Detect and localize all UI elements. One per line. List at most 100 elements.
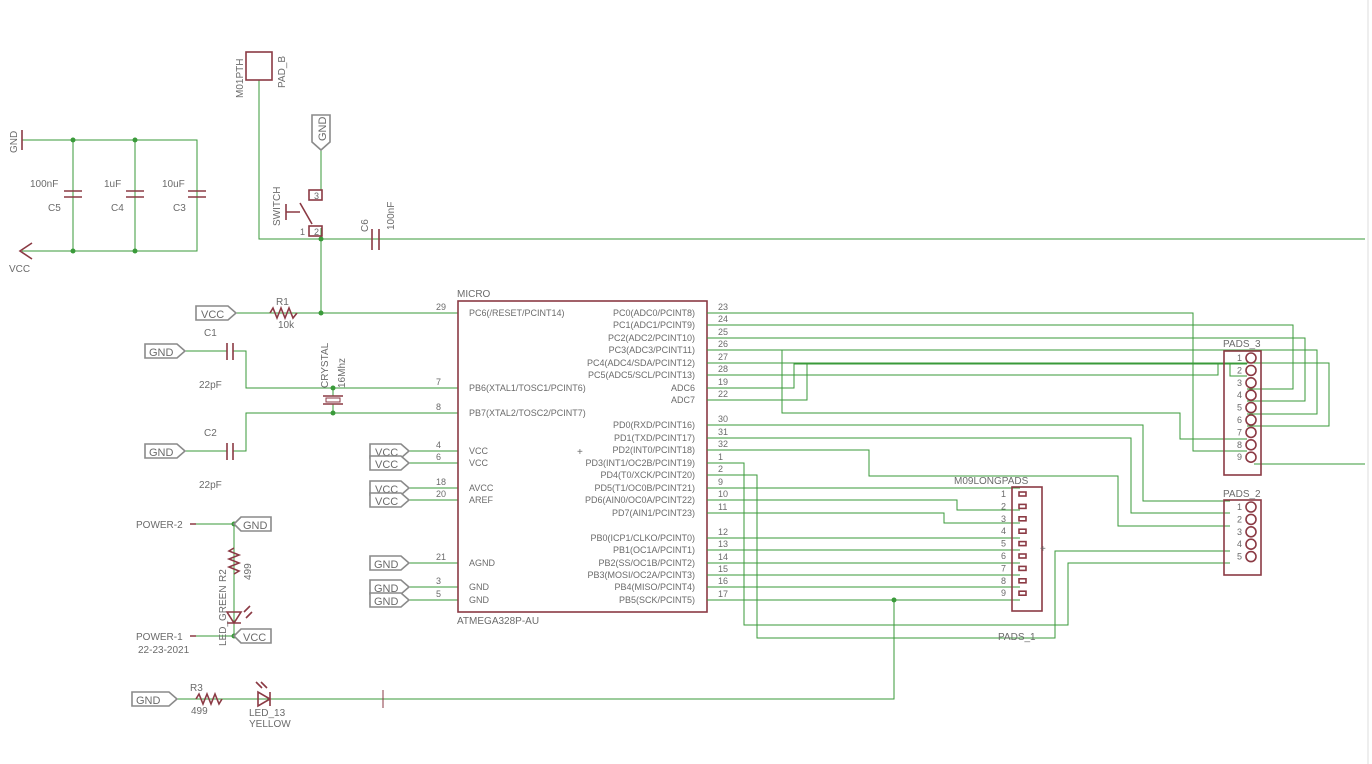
pad-number: 1	[1001, 489, 1006, 499]
gnd-tag-power: GND	[232, 516, 272, 532]
svg-text:100nF: 100nF	[30, 179, 58, 190]
micro-pin-label: PC2(ADC2/PCINT10)	[608, 333, 695, 343]
power2-label: POWER-2	[136, 520, 183, 531]
micro-name: MICRO	[457, 289, 491, 300]
svg-text:16Mhz: 16Mhz	[337, 358, 348, 388]
svg-text:+: +	[577, 447, 583, 458]
svg-text:10uF: 10uF	[162, 179, 185, 190]
pad-number: 6	[1237, 415, 1242, 425]
svg-text:VCC: VCC	[201, 309, 224, 321]
pad-number: 6	[1001, 551, 1006, 561]
gnd-tag-c1: GND	[144, 343, 187, 359]
pad-circle	[1245, 438, 1257, 451]
pad-rect	[1018, 553, 1027, 559]
micro-pin-number: 7	[436, 377, 441, 387]
micro-pin-number: 11	[718, 502, 727, 512]
pad-number: 3	[1237, 527, 1242, 537]
svg-text:499: 499	[191, 706, 208, 717]
micro-pin-label: GND	[469, 582, 490, 592]
pad-circle	[1245, 364, 1257, 377]
pad-circle	[1245, 376, 1257, 389]
date-label: 22-23-2021	[138, 645, 190, 656]
micro-pin-number: 32	[718, 439, 728, 449]
micro-pin-number: 30	[718, 414, 728, 424]
svg-text:LED_GREEN: LED_GREEN	[218, 585, 229, 646]
capacitor-c6: C6 100nF	[360, 202, 397, 250]
microcontroller: MICRO ATMEGA328P-AU + 29PC6(/RESET/PCINT…	[436, 289, 728, 627]
resistor-r2: R2 499	[218, 547, 254, 582]
header-pads-1: M09LONGPADS PADS_1 + 1 2 3 4 5 6 7 8 9	[954, 476, 1046, 643]
capacitor-c5: 100nF C5	[30, 179, 82, 214]
pad-rect	[1018, 515, 1027, 522]
pad-number: 2	[1237, 365, 1242, 375]
gnd-label-decoupling: GND	[9, 131, 20, 153]
micro-pin-label: GND	[469, 595, 490, 605]
micro-pin-number: 21	[436, 552, 446, 562]
micro-pin-number: 2	[718, 464, 723, 474]
micro-pin-number: 6	[436, 452, 441, 462]
micro-pin-label: PB3(MOSI/OC2A/PCINT3)	[587, 570, 695, 580]
svg-text:PADS_1: PADS_1	[998, 632, 1036, 643]
schematic-canvas: GND VCC 100nF C5 1uF C4 10uF C3 M01PTH P…	[9, 0, 1369, 764]
micro-pin-number: 14	[718, 552, 728, 562]
pad-number: 9	[1237, 452, 1242, 462]
gnd-tag-c2: GND	[144, 443, 187, 459]
svg-text:GND: GND	[136, 695, 161, 707]
micro-pin-label: PC4(ADC4/SDA/PCINT12)	[587, 358, 695, 368]
micro-pin-label: PC3(ADC3/PCINT11)	[609, 345, 695, 355]
micro-pin-label: PD1(TXD/PCINT17)	[614, 433, 695, 443]
svg-text:R2: R2	[218, 569, 229, 582]
pad-circle	[1245, 352, 1257, 364]
gnd-tag-switch: GND	[311, 114, 331, 152]
pad-rect	[1018, 565, 1027, 572]
micro-pin-number: 31	[718, 427, 728, 437]
micro-pin-number: 8	[436, 402, 441, 412]
reset-section: M01PTH PAD_B GND 3 1 2 SWITCH C6 100nF V…	[195, 51, 1365, 331]
micro-pin-label: PD2(INT0/PCINT18)	[612, 445, 695, 455]
mcu-power-tags: VCC VCC VCC VCC GND GND GND	[369, 443, 458, 608]
svg-text:22pF: 22pF	[199, 480, 222, 491]
svg-text:M09LONGPADS: M09LONGPADS	[954, 476, 1029, 487]
micro-pin-number: 23	[718, 302, 728, 312]
svg-text:C4: C4	[111, 203, 124, 214]
power-led-section: POWER-2 POWER-1 22-23-2021 GND VCC R2 49…	[136, 516, 272, 656]
vcc-tag-reset: VCC	[195, 305, 238, 321]
pad-circle	[1245, 550, 1257, 563]
micro-pin-number: 5	[436, 589, 441, 599]
micro-pin-number: 18	[436, 477, 446, 487]
svg-text:22pF: 22pF	[199, 380, 222, 391]
micro-pin-label: PD4(T0/XCK/PCINT20)	[600, 470, 695, 480]
decoupling-section: GND VCC 100nF C5 1uF C4 10uF C3	[9, 130, 206, 275]
pad-number: 9	[1001, 588, 1006, 598]
svg-text:3: 3	[314, 191, 319, 201]
micro-pin-label: PB4(MISO/PCINT4)	[614, 582, 695, 592]
svg-text:VCC: VCC	[375, 496, 398, 508]
micro-pin-label: PB0(ICP1/CLKO/PCINT0)	[590, 533, 695, 543]
svg-text:PADS_2: PADS_2	[1223, 489, 1261, 500]
resistor-r3: R3 499	[190, 683, 223, 717]
micro-pin-label: PD0(RXD/PCINT16)	[613, 420, 695, 430]
micro-pin-number: 1	[718, 452, 723, 462]
pad-circle	[1245, 401, 1257, 414]
pad-number: 3	[1001, 514, 1006, 524]
pad-rect	[1018, 491, 1027, 497]
svg-text:PADS_3: PADS_3	[1223, 339, 1261, 350]
capacitor-c1: C1 22pF	[199, 328, 234, 391]
micro-pin-number: 4	[436, 440, 441, 450]
pad-number: 2	[1237, 514, 1242, 524]
micro-pin-label: PC5(ADC5/SCL/PCINT13)	[588, 370, 695, 380]
svg-text:R3: R3	[190, 683, 203, 694]
micro-pin-number: 15	[718, 564, 728, 574]
pad-number: 2	[1001, 501, 1006, 511]
pad-circle	[1245, 414, 1257, 426]
micro-pin-number: 20	[436, 489, 446, 499]
pad-number: 8	[1237, 440, 1242, 450]
micro-pin-label: AVCC	[469, 483, 494, 493]
pad-number: 4	[1237, 390, 1242, 400]
pad-number: 5	[1237, 403, 1242, 413]
pad-rect	[1018, 590, 1027, 597]
crystal: CRYSTAL 16Mhz	[320, 342, 348, 405]
svg-text:499: 499	[243, 563, 254, 580]
svg-text:VCC: VCC	[375, 459, 398, 471]
svg-text:GND: GND	[374, 596, 399, 608]
